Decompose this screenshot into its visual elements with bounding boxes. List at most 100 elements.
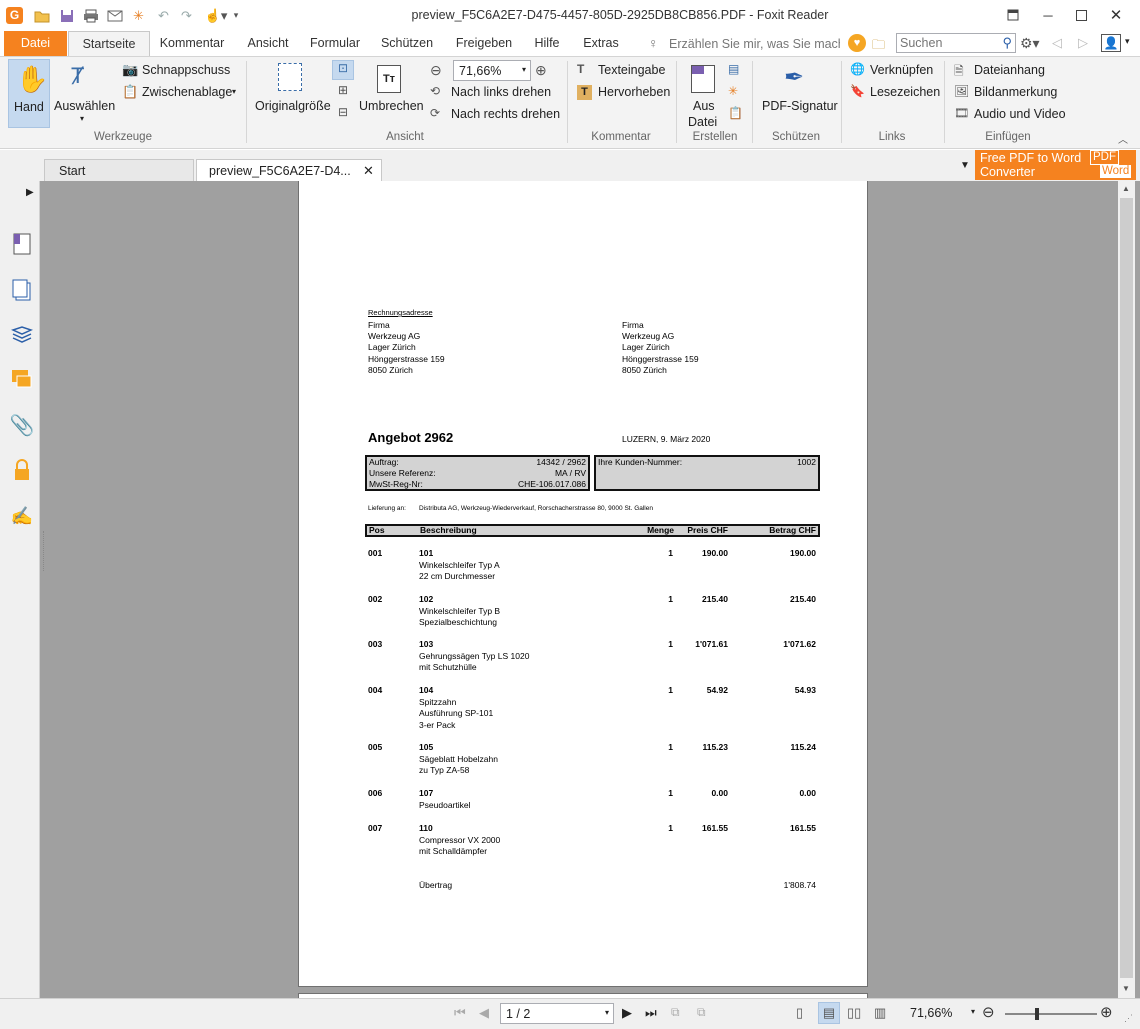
comments-icon[interactable] <box>10 367 34 391</box>
tab-formular[interactable]: Formular <box>303 31 367 56</box>
single-page-view-icon[interactable]: ▯ <box>796 1005 803 1021</box>
reflow-button[interactable]: Tт Umbrechen <box>357 59 424 119</box>
save-icon[interactable] <box>58 7 75 24</box>
search-folder-icon[interactable]: 🗀 <box>872 36 885 58</box>
hand-tool-button[interactable]: ✋ Hand <box>8 59 50 128</box>
rotate-right-button[interactable]: ⟳ Nach rechts drehen <box>430 106 560 124</box>
tab-hilfe[interactable]: Hilfe <box>527 31 567 56</box>
status-zoom-in-icon[interactable]: ⊕ <box>1100 1003 1113 1021</box>
layers-icon[interactable] <box>10 323 34 347</box>
zoom-slider-thumb[interactable] <box>1035 1008 1040 1020</box>
minimize-button[interactable]: ─ <box>1033 3 1063 27</box>
pdf-signature-button[interactable]: ✒ PDF-Signatur <box>758 59 838 119</box>
restore-ribbon-icon[interactable] <box>998 3 1028 27</box>
undo-icon[interactable]: ↶ <box>155 7 172 24</box>
new-icon[interactable]: ✳ <box>130 7 147 24</box>
bookmark-button[interactable]: 🔖 Lesezeichen <box>850 84 940 102</box>
audio-video-button[interactable]: 🎞 Audio und Video <box>954 106 1069 124</box>
zoom-slider[interactable] <box>1005 1008 1097 1020</box>
tabs-dropdown-icon[interactable]: ▼ <box>960 160 970 171</box>
search-icon[interactable]: ⚲ <box>1002 35 1012 51</box>
fit-page-icon[interactable]: ⊡ <box>332 60 354 80</box>
collapse-ribbon-icon[interactable]: ︿ <box>1118 131 1128 146</box>
zoom-combobox[interactable]: 71,66% ▾ <box>453 60 531 81</box>
tab-preview[interactable]: preview_F5C6A2E7-D4... ✕ <box>196 159 382 182</box>
attachment-button[interactable]: 🗎 Dateianhang <box>954 62 1054 80</box>
create-blank-icon[interactable]: ▤ <box>728 62 739 76</box>
close-button[interactable]: ✕ <box>1101 3 1131 27</box>
page-number-field[interactable]: 1 / 2 ▾ <box>500 1003 614 1024</box>
image-annotation-button[interactable]: 🖼 Bildanmerkung <box>954 84 1064 102</box>
scroll-thumb[interactable] <box>1120 198 1133 978</box>
create-clipboard-icon[interactable]: 📋 <box>728 106 743 120</box>
customize-quick-access-icon[interactable]: ▾ <box>231 7 241 24</box>
fit-visible-icon[interactable]: ⊟ <box>332 105 354 125</box>
more-options-icon[interactable]: ▾ <box>1125 36 1130 47</box>
page-thumbnails-icon[interactable] <box>10 232 34 256</box>
tell-me-field[interactable]: Erzählen Sie mir, was Sie machen <box>669 37 840 51</box>
facing-view-icon[interactable]: ▯▯ <box>847 1005 861 1021</box>
select-tool-button[interactable]: Ⱦ Auswählen ▾ <box>53 59 115 128</box>
tab-ansicht[interactable]: Ansicht <box>236 31 300 56</box>
pdf-to-word-promo[interactable]: Free PDF to Word Converter PDF Word <box>975 150 1136 180</box>
actual-size-button[interactable]: Originalgröße <box>252 59 331 119</box>
print-icon[interactable] <box>82 7 99 24</box>
signature-icon[interactable]: ✍ <box>10 504 34 528</box>
status-zoom-out-icon[interactable]: ⊖ <box>982 1003 995 1021</box>
tab-schuetzen[interactable]: Schützen <box>372 31 442 56</box>
page-dropdown-icon[interactable]: ▾ <box>605 1008 609 1017</box>
previous-page-icon[interactable]: ◀ <box>479 1005 489 1021</box>
create-new-icon[interactable]: ✳ <box>728 84 738 98</box>
vertical-scrollbar[interactable]: ▲ ▼ <box>1118 181 1135 998</box>
security-lock-icon[interactable] <box>10 458 34 482</box>
zoom-menu-icon[interactable]: ▾ <box>971 1007 975 1016</box>
from-file-button[interactable]: Aus Datei <box>684 59 724 129</box>
rotate-left-button[interactable]: ⟲ Nach links drehen <box>430 84 551 102</box>
open-folder-icon[interactable] <box>33 7 50 24</box>
first-page-icon[interactable]: ⏮ <box>454 1005 466 1021</box>
zoom-out-icon[interactable]: ⊖ <box>430 62 442 79</box>
zoom-percent[interactable]: 71,66% <box>910 1006 952 1020</box>
next-page-icon[interactable]: ▶ <box>622 1005 632 1021</box>
nav-back-icon[interactable]: ◁ <box>1052 35 1062 51</box>
link-button[interactable]: 🌐 Verknüpfen <box>850 62 940 80</box>
tab-freigeben[interactable]: Freigeben <box>447 31 521 56</box>
continuous-view-icon[interactable]: ▤ <box>818 1002 840 1024</box>
expand-panel-icon[interactable]: ▶ <box>26 187 34 198</box>
snapshot-button[interactable]: 📷 Schnappschuss <box>122 62 230 80</box>
zoom-dropdown-icon[interactable]: ▾ <box>522 65 526 74</box>
fit-width-icon[interactable]: ⊞ <box>332 83 354 103</box>
highlight-button[interactable]: T Hervorheben <box>577 84 677 102</box>
tab-startseite[interactable]: Startseite <box>68 31 150 57</box>
zoom-in-icon[interactable]: ⊕ <box>535 62 547 79</box>
tab-close-icon[interactable]: ✕ <box>363 163 374 179</box>
pages-icon[interactable] <box>10 278 34 302</box>
heart-icon[interactable]: ♥ <box>848 34 866 52</box>
continuous-facing-view-icon[interactable]: ▥ <box>874 1005 886 1021</box>
typewriter-button[interactable]: T Texteingabe <box>577 62 677 80</box>
foxit-logo-icon[interactable]: G <box>6 7 23 24</box>
promo-badge-word: Word <box>1100 165 1132 178</box>
attachments-icon[interactable]: 📎 <box>10 413 35 437</box>
tab-datei[interactable]: Datei <box>4 31 67 56</box>
scroll-down-icon[interactable]: ▼ <box>1122 984 1130 993</box>
scroll-up-icon[interactable]: ▲ <box>1122 184 1130 193</box>
tab-extras[interactable]: Extras <box>577 31 625 56</box>
nav-forward-icon[interactable]: ▷ <box>1078 35 1088 51</box>
settings-gear-icon[interactable]: ⚙▾ <box>1020 35 1040 52</box>
clipboard-button[interactable]: 📋 Zwischenablage ▾ <box>122 84 242 102</box>
maximize-button[interactable] <box>1066 3 1096 27</box>
previous-view-icon[interactable]: ⧉ <box>671 1005 680 1020</box>
search-box[interactable]: ⚲ <box>896 33 1016 53</box>
tab-kommentar[interactable]: Kommentar <box>152 31 232 56</box>
resize-grip-icon[interactable]: ⋰ <box>1124 1013 1133 1024</box>
email-icon[interactable] <box>106 7 123 24</box>
panel-resize-grip[interactable] <box>43 531 46 571</box>
next-view-icon[interactable]: ⧉ <box>697 1005 706 1020</box>
tab-start[interactable]: Start <box>44 159 194 181</box>
last-page-icon[interactable]: ⏭ <box>645 1005 657 1021</box>
user-account-icon[interactable]: 👤 <box>1101 34 1121 52</box>
hand-tool-quick-icon[interactable]: ☝▾ <box>203 7 229 24</box>
redo-icon[interactable]: ↷ <box>178 7 195 24</box>
search-input[interactable] <box>897 34 993 52</box>
